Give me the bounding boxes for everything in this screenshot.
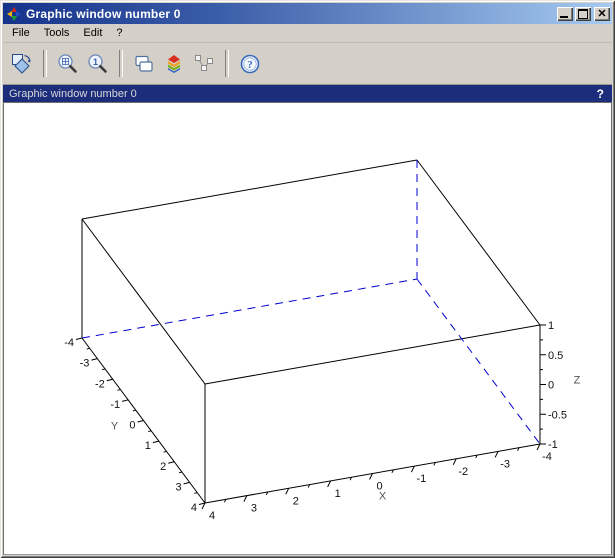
x-tick-label: 4	[209, 510, 215, 522]
close-button[interactable]: ✕	[594, 7, 610, 21]
rotate-button[interactable]	[9, 51, 35, 77]
z-tick-label: -0.5	[548, 409, 567, 421]
svg-text:1: 1	[93, 57, 98, 67]
zoom-area-button[interactable]	[55, 51, 81, 77]
copy-figure-icon	[132, 52, 156, 76]
menu-edit[interactable]: Edit	[76, 25, 109, 41]
minimize-button[interactable]	[557, 7, 573, 21]
minimize-icon	[560, 16, 568, 18]
app-icon	[6, 6, 22, 22]
y-tick-label: -3	[80, 358, 90, 370]
info-bar-title: Graphic window number 0	[9, 88, 137, 100]
maximize-button[interactable]	[575, 7, 591, 21]
y-major-tick	[91, 359, 97, 361]
y-major-tick	[122, 400, 128, 402]
graph-nodes-button[interactable]	[191, 51, 217, 77]
unzoom-button[interactable]: 1	[85, 51, 111, 77]
maximize-icon	[578, 9, 588, 19]
y-tick-label: 1	[145, 440, 151, 452]
y-major-tick	[184, 482, 190, 484]
x-tick-label: -1	[416, 473, 426, 485]
toolbar-separator	[225, 50, 229, 77]
y-minor-tick	[117, 390, 120, 391]
info-bar: Graphic window number 0 ?	[3, 85, 612, 102]
zoom-area-icon	[56, 52, 80, 76]
window-title: Graphic window number 0	[26, 7, 555, 21]
y-major-tick	[153, 441, 159, 443]
y-tick-label: -1	[110, 399, 120, 411]
toolbar: 1	[3, 43, 612, 85]
y-minor-tick	[164, 451, 167, 452]
y-major-tick	[168, 462, 174, 464]
menu-file[interactable]: File	[5, 25, 37, 41]
rotate-icon	[10, 52, 34, 76]
z-tick-label: 0	[548, 380, 554, 392]
menu-tools[interactable]: Tools	[37, 25, 77, 41]
graph-nodes-icon	[192, 52, 216, 76]
y-major-tick	[107, 379, 113, 381]
y-axis-title: Y	[111, 421, 119, 433]
x-axis-title: X	[379, 491, 387, 503]
toolbar-separator	[43, 50, 47, 77]
y-major-tick	[138, 421, 144, 423]
plot-svg: 43210-1-2-3-4X-4-3-2-101234Y-1-0.500.51Z	[4, 103, 611, 555]
plot-canvas[interactable]: 43210-1-2-3-4X-4-3-2-101234Y-1-0.500.51Z	[3, 102, 612, 555]
x-tick-label: -3	[500, 458, 510, 470]
close-icon: ✕	[597, 9, 606, 19]
hidden-box-edge	[417, 279, 540, 444]
y-tick-label: 3	[176, 481, 182, 493]
svg-text:?: ?	[247, 59, 253, 71]
y-tick-label: -4	[64, 337, 74, 349]
hidden-box-edge	[82, 279, 417, 338]
help-button[interactable]: ?	[237, 51, 263, 77]
title-bar: Graphic window number 0 ✕	[3, 3, 612, 24]
menu-help[interactable]: ?	[109, 25, 129, 41]
figure-editor-icon	[162, 52, 186, 76]
x-tick-label: -4	[542, 451, 552, 463]
figure-editor-button[interactable]	[161, 51, 187, 77]
x-tick-label: -2	[458, 466, 468, 478]
menu-bar: File Tools Edit ?	[3, 24, 612, 43]
toolbar-separator	[119, 50, 123, 77]
help-icon: ?	[238, 52, 262, 76]
y-minor-tick	[194, 493, 197, 494]
y-minor-tick	[133, 410, 136, 411]
z-axis-title: Z	[574, 375, 581, 387]
z-tick-label: -1	[548, 439, 558, 451]
y-tick-label: 0	[129, 420, 135, 432]
copy-figure-button[interactable]	[131, 51, 157, 77]
y-tick-label: 4	[191, 502, 197, 514]
y-major-tick	[76, 338, 82, 340]
z-tick-label: 1	[548, 320, 554, 332]
x-tick-label: 2	[293, 495, 299, 507]
y-minor-tick	[148, 431, 151, 432]
box-edge	[82, 160, 417, 219]
x-tick-label: 1	[335, 488, 341, 500]
unzoom-icon: 1	[86, 52, 110, 76]
graphic-window: Graphic window number 0 ✕ File Tools Edi…	[0, 0, 615, 558]
y-minor-tick	[179, 472, 182, 473]
x-tick-label: 3	[251, 503, 257, 515]
box-edge	[82, 219, 205, 384]
box-edge	[417, 160, 540, 325]
y-tick-label: 2	[160, 461, 166, 473]
y-minor-tick	[87, 348, 90, 349]
y-tick-label: -2	[95, 378, 105, 390]
y-minor-tick	[102, 369, 105, 370]
info-bar-help[interactable]: ?	[597, 87, 604, 101]
z-tick-label: 0.5	[548, 350, 563, 362]
box-edge	[205, 325, 540, 384]
